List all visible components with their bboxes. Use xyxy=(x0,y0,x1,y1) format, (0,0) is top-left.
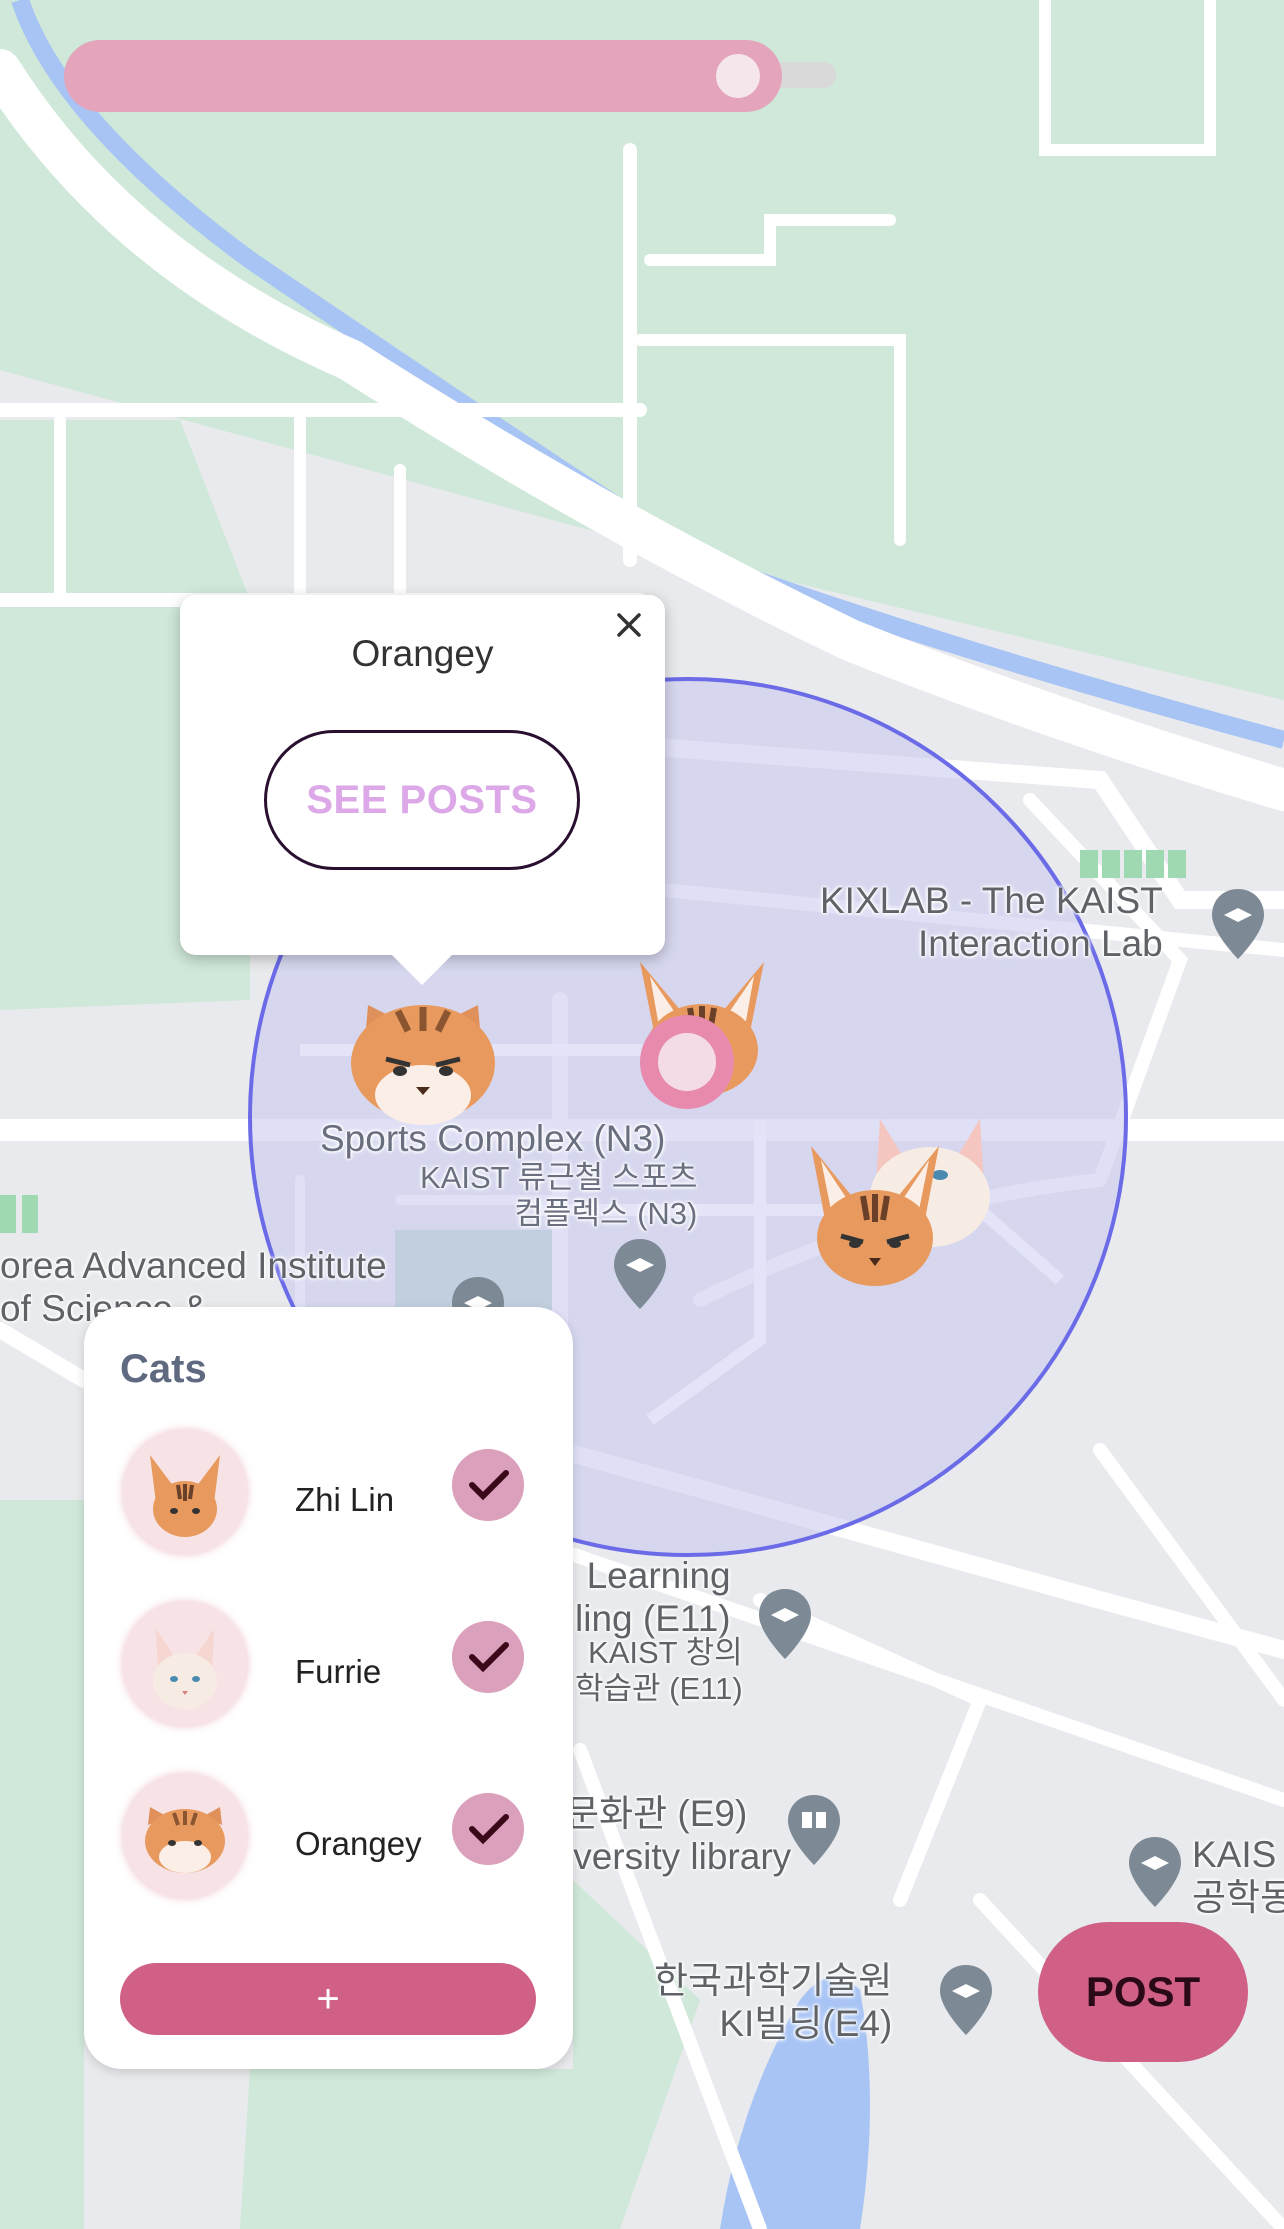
cats-filter-panel: Cats Zhi Lin Furrie Orangey + xyxy=(84,1307,573,2069)
zhi-lin-map-marker-2-icon[interactable] xyxy=(805,1140,945,1290)
orangey-map-marker-icon[interactable] xyxy=(348,995,498,1125)
slider-fill xyxy=(64,40,782,112)
cat-name: Furrie xyxy=(295,1653,382,1690)
radius-slider[interactable] xyxy=(64,40,836,112)
orange-cat-icon xyxy=(122,1773,248,1899)
checkmark-icon[interactable] xyxy=(452,1449,524,1521)
ki-building-pin-icon[interactable] xyxy=(938,1963,994,2037)
white-cat-icon xyxy=(122,1601,248,1727)
current-location-marker xyxy=(640,1015,734,1109)
close-icon[interactable] xyxy=(607,603,651,647)
kixlab-pin-icon[interactable] xyxy=(1210,887,1266,961)
add-cat-button[interactable]: + xyxy=(120,1963,536,2035)
popup-title: Orangey xyxy=(351,633,494,674)
engineering-pin-icon[interactable] xyxy=(1127,1835,1183,1909)
cat-info-popup: Orangey SEE POSTS xyxy=(180,595,665,985)
checkmark-icon[interactable] xyxy=(452,1793,524,1865)
cat-name: Zhi Lin xyxy=(295,1481,395,1518)
cat-name: Orangey xyxy=(295,1825,422,1862)
cat-list-item[interactable]: Zhi Lin xyxy=(84,1429,573,1559)
sports-complex-pin-icon[interactable] xyxy=(612,1237,668,1311)
map-label-sports-complex-ko: KAIST 류근철 스포츠 컴플렉스 (N3) xyxy=(420,1160,698,1231)
library-pin-icon[interactable] xyxy=(786,1793,842,1867)
map-label-library: 문화관 (E9) iversity library xyxy=(565,1793,792,1877)
learning-building-pin-icon[interactable] xyxy=(757,1587,813,1661)
cat-list-item[interactable]: Orangey xyxy=(84,1773,573,1903)
slider-thumb[interactable] xyxy=(710,48,766,104)
checkmark-icon[interactable] xyxy=(452,1621,524,1693)
post-button[interactable]: POST xyxy=(1038,1922,1248,2062)
cat-list-item[interactable]: Furrie xyxy=(84,1601,573,1731)
map-label-ki-building: 한국과학기술원 KI빌딩(E4) xyxy=(654,1960,893,2044)
cats-panel-title: Cats xyxy=(120,1347,207,1391)
map-label-kixlab: KIXLAB - The KAIST Interaction Lab xyxy=(820,880,1163,964)
map-label-engineering: KAIS 공학동 xyxy=(1192,1834,1284,1918)
map-label-learning-ko: KAIST 창의 학습관 (E11) xyxy=(575,1635,743,1706)
abyssinian-cat-icon xyxy=(122,1429,248,1555)
see-posts-button[interactable]: SEE POSTS xyxy=(264,730,580,870)
map-label-learning: Learning ling (E11) xyxy=(575,1555,731,1639)
